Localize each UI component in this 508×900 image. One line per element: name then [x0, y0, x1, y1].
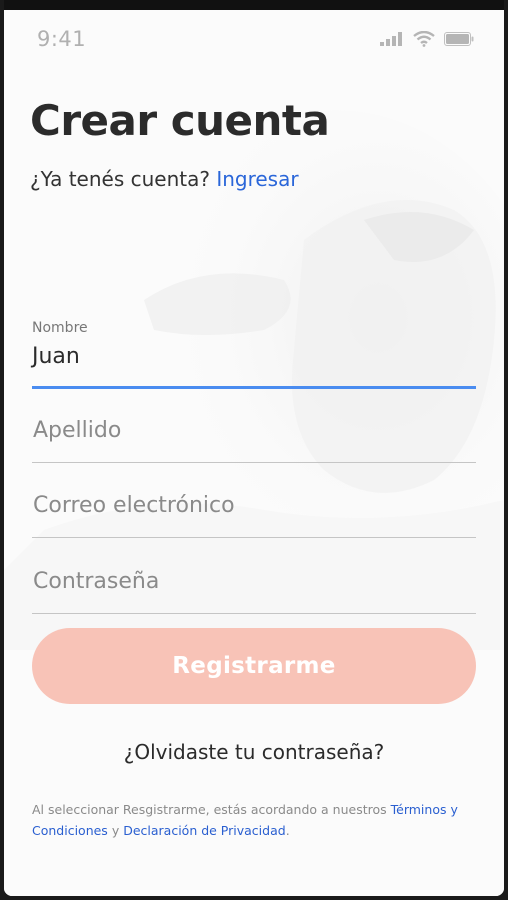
apellido-underline — [32, 462, 476, 463]
apellido-field[interactable]: Apellido — [32, 408, 476, 464]
signal-icon — [380, 32, 402, 46]
nombre-input[interactable]: Juan — [32, 344, 80, 369]
status-icons — [380, 31, 474, 47]
correo-underline — [32, 537, 476, 538]
apellido-input[interactable]: Apellido — [33, 418, 121, 443]
phone-screen: 9:41 Crear cuenta ¿Ya tenés cuenta? Ingr… — [4, 0, 504, 896]
contrasena-input[interactable]: Contraseña — [33, 569, 159, 594]
nombre-underline — [32, 386, 476, 389]
battery-icon — [444, 32, 474, 46]
contrasena-underline — [32, 613, 476, 614]
privacy-link[interactable]: Declaración de Privacidad — [123, 823, 285, 838]
status-time: 9:41 — [37, 27, 87, 51]
login-prompt-text: ¿Ya tenés cuenta? — [30, 167, 210, 191]
legal-notice: Al seleccionar Resgistrarme, estás acord… — [32, 799, 478, 841]
forgot-password-link[interactable]: ¿Olvidaste tu contraseña? — [4, 740, 504, 764]
login-prompt: ¿Ya tenés cuenta? Ingresar — [30, 167, 299, 191]
register-button[interactable]: Registrarme — [32, 628, 476, 704]
legal-conjunction: y — [111, 823, 120, 838]
nombre-field[interactable]: Nombre Juan — [32, 320, 476, 392]
wifi-icon — [413, 31, 435, 47]
status-bar: 9:41 — [4, 10, 504, 68]
legal-end: . — [285, 823, 290, 838]
page-title: Crear cuenta — [30, 96, 330, 145]
login-link[interactable]: Ingresar — [216, 167, 298, 191]
contrasena-field[interactable]: Contraseña — [32, 559, 476, 615]
correo-input[interactable]: Correo electrónico — [33, 493, 235, 518]
legal-text: Al seleccionar Resgistrarme, estás acord… — [32, 802, 387, 817]
correo-field[interactable]: Correo electrónico — [32, 483, 476, 539]
nombre-label: Nombre — [32, 320, 88, 336]
